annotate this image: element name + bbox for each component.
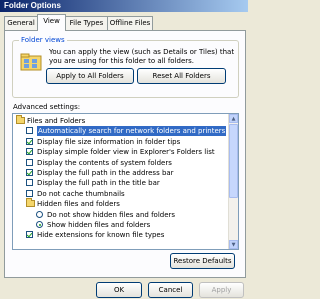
scroll-thumb[interactable] bbox=[229, 124, 238, 198]
view-tab-panel: Folder views You can apply the view (suc… bbox=[4, 30, 246, 278]
advanced-settings-list[interactable]: Files and Folders Automatically search fo… bbox=[12, 113, 239, 250]
option-label: Display the full path in the address bar bbox=[37, 169, 174, 177]
folder-views-description: You can apply the view (such as Details … bbox=[49, 48, 235, 65]
checkbox-option[interactable]: Display file size information in folder … bbox=[13, 137, 228, 147]
reset-all-folders-button[interactable]: Reset All Folders bbox=[137, 68, 226, 84]
window-title: Folder Options bbox=[4, 1, 61, 10]
checkbox-icon[interactable] bbox=[26, 179, 33, 187]
cancel-button[interactable]: Cancel bbox=[148, 282, 193, 298]
checkbox-option[interactable]: Display the full path in the title bar bbox=[13, 178, 228, 188]
option-label: Display the full path in the title bar bbox=[37, 179, 160, 188]
checkbox-icon[interactable] bbox=[26, 127, 33, 135]
radio-option[interactable]: Do not show hidden files and folders bbox=[13, 210, 228, 220]
option-label: Display simple folder view in Explorer's… bbox=[37, 148, 215, 157]
tree-folder-node: Hidden files and folders bbox=[13, 198, 228, 209]
scroll-up-arrow-icon[interactable]: ▲ bbox=[229, 114, 238, 123]
checkbox-icon[interactable] bbox=[26, 158, 33, 166]
scroll-down-arrow-icon[interactable]: ▼ bbox=[229, 240, 238, 249]
restore-defaults-button[interactable]: Restore Defaults bbox=[170, 253, 235, 269]
tab-offline-files[interactable]: Offline Files bbox=[107, 16, 153, 30]
ok-button[interactable]: OK bbox=[96, 282, 142, 298]
option-label: Hide extensions for known file types bbox=[37, 231, 165, 240]
checkbox-icon[interactable] bbox=[26, 189, 33, 197]
checkbox-icon[interactable] bbox=[26, 148, 33, 156]
option-label: Hidden files and folders bbox=[37, 200, 120, 209]
checkbox-option[interactable]: Display the contents of system folders bbox=[13, 158, 228, 168]
option-label: Show hidden files and folders bbox=[47, 221, 151, 229]
radio-option[interactable]: Show hidden files and folders bbox=[13, 220, 228, 230]
checkbox-icon[interactable] bbox=[26, 137, 33, 145]
advanced-settings-label: Advanced settings: bbox=[13, 103, 81, 111]
apply-button[interactable]: Apply bbox=[199, 282, 244, 298]
checkbox-icon[interactable] bbox=[26, 231, 33, 239]
vertical-scrollbar[interactable]: ▲ ▼ bbox=[228, 114, 238, 249]
checkbox-icon[interactable] bbox=[26, 169, 33, 176]
folder-options-window: Folder Options General View File Types O… bbox=[0, 0, 248, 299]
folder-views-label: Folder views bbox=[19, 36, 67, 44]
radio-icon[interactable] bbox=[36, 210, 43, 218]
option-label: Do not cache thumbnails bbox=[37, 189, 125, 198]
apply-to-all-folders-button[interactable]: Apply to All Folders bbox=[46, 68, 134, 84]
tab-general[interactable]: General bbox=[4, 16, 38, 30]
folder-views-icon bbox=[20, 53, 42, 71]
title-bar[interactable]: Folder Options bbox=[0, 0, 248, 12]
checkbox-option[interactable]: Display simple folder view in Explorer's… bbox=[13, 147, 228, 157]
checkbox-option[interactable]: Display the full path in the address bar bbox=[13, 168, 228, 178]
option-label: Display file size information in folder … bbox=[37, 137, 181, 146]
checkbox-option[interactable]: Hide extensions for known file types bbox=[13, 230, 228, 240]
checkbox-option[interactable]: Do not cache thumbnails bbox=[13, 189, 228, 199]
tab-view[interactable]: View bbox=[37, 14, 66, 31]
option-label: Automatically search for network folders… bbox=[37, 126, 227, 137]
checkbox-option[interactable]: Automatically search for network folders… bbox=[13, 126, 228, 137]
option-label: Files and Folders bbox=[27, 117, 86, 125]
folder-views-group: Folder views You can apply the view (suc… bbox=[12, 36, 239, 98]
tab-file-types[interactable]: File Types bbox=[65, 16, 108, 30]
folder-icon bbox=[16, 115, 25, 124]
folder-icon bbox=[26, 198, 35, 208]
radio-icon[interactable] bbox=[36, 221, 43, 228]
tree-folder-node: Files and Folders bbox=[13, 115, 228, 126]
option-label: Do not show hidden files and folders bbox=[47, 210, 176, 219]
option-label: Display the contents of system folders bbox=[37, 158, 172, 167]
